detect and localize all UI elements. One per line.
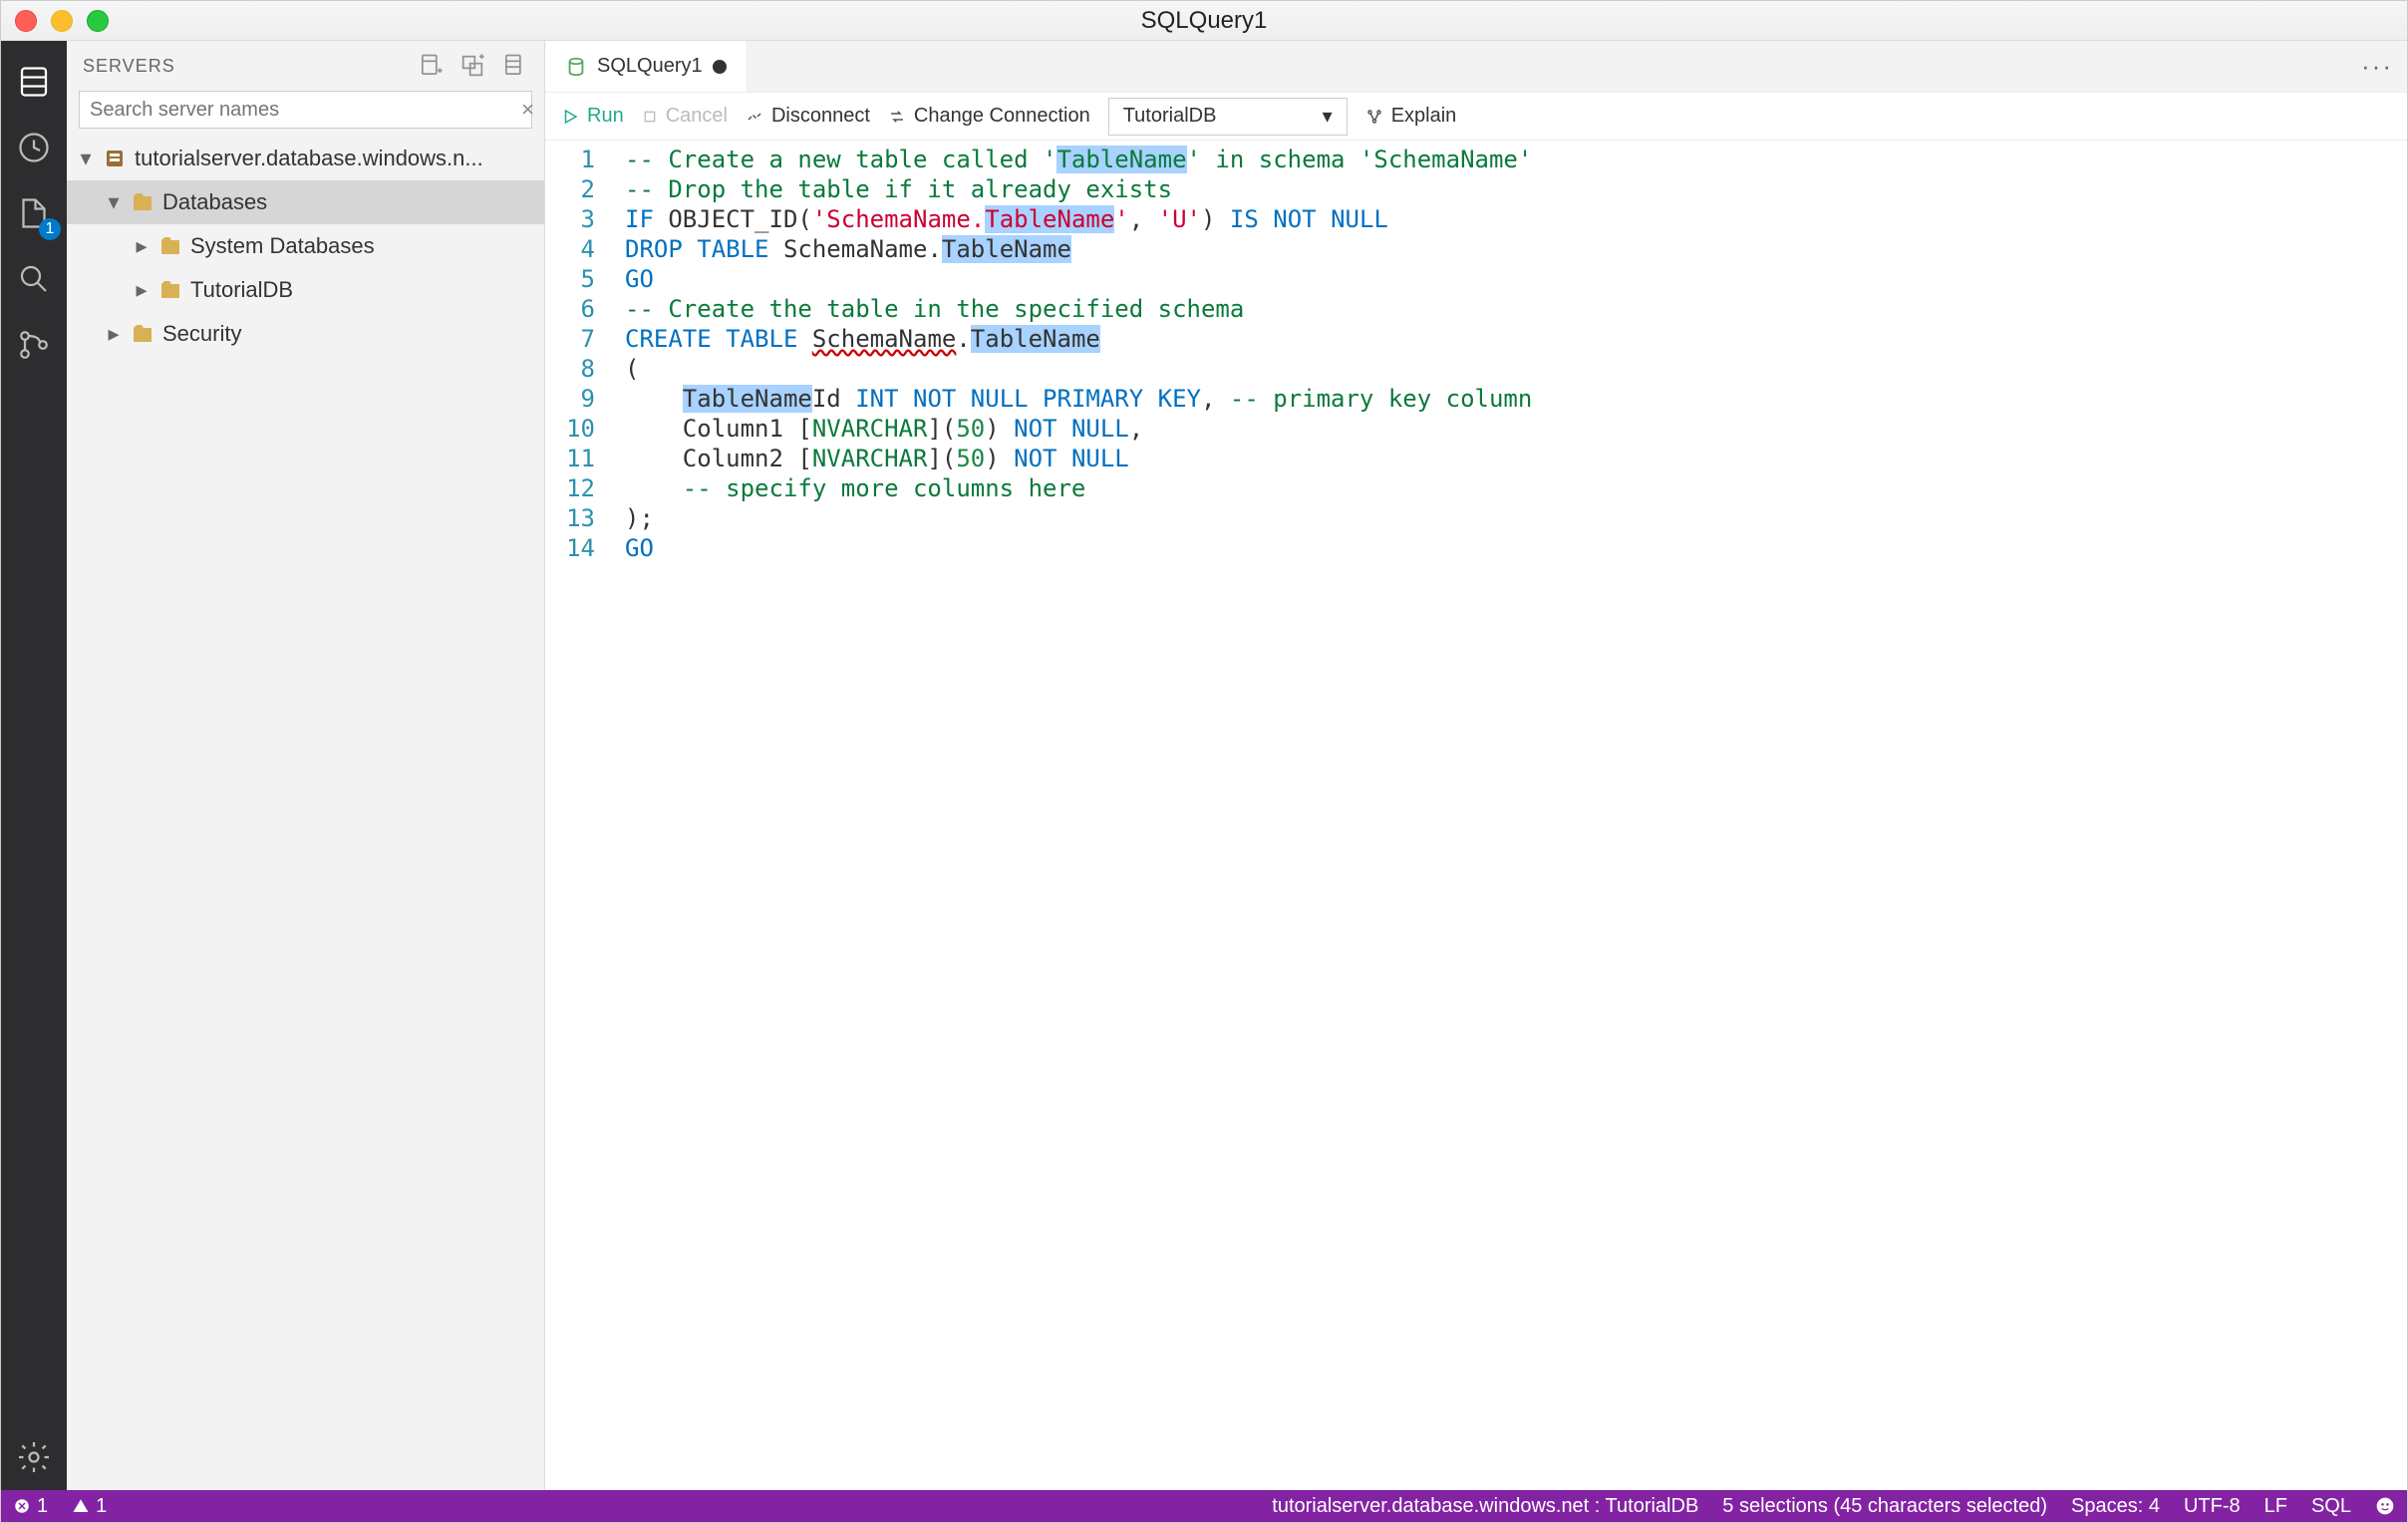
settings-icon[interactable] — [1, 1424, 67, 1490]
servers-view-icon[interactable] — [1, 49, 67, 115]
sidebar: Servers ▾ — [67, 41, 545, 1490]
folder-icon — [158, 234, 182, 258]
chevron-down-icon: ▾ — [1323, 104, 1333, 129]
status-selection[interactable]: 5 selections (45 characters selected) — [1722, 1495, 2047, 1518]
file-badge: 1 — [39, 218, 61, 240]
new-connection-icon[interactable] — [417, 52, 445, 80]
database-select[interactable]: TutorialDB ▾ — [1108, 98, 1348, 136]
sql-file-icon — [565, 56, 587, 78]
window-title: SQLQuery1 — [1, 7, 2407, 35]
more-actions-icon[interactable]: ··· — [2361, 51, 2393, 82]
tree-server[interactable]: ▾ tutorialserver.database.windows.n... — [67, 137, 544, 180]
search-view-icon[interactable] — [1, 246, 67, 312]
line-gutter: 1234567891011121314 — [545, 145, 625, 1490]
run-button[interactable]: Run — [561, 105, 624, 128]
tab-bar: SQLQuery1 ··· — [545, 41, 2407, 93]
search-input[interactable] — [79, 91, 532, 129]
status-eol[interactable]: LF — [2264, 1495, 2287, 1518]
new-group-icon[interactable] — [458, 52, 486, 80]
source-control-view-icon[interactable] — [1, 312, 67, 378]
history-view-icon[interactable] — [1, 115, 67, 180]
change-connection-button[interactable]: Change Connection — [888, 105, 1090, 128]
status-errors[interactable]: 1 — [13, 1495, 48, 1518]
close-window[interactable] — [15, 10, 37, 32]
tree-databases[interactable]: ▾ Databases — [67, 180, 544, 224]
server-icon — [103, 147, 127, 170]
tree-tutorialdb-label: TutorialDB — [190, 277, 293, 303]
folder-icon — [131, 322, 154, 346]
folder-icon — [158, 278, 182, 302]
status-spaces[interactable]: Spaces: 4 — [2071, 1495, 2160, 1518]
status-encoding[interactable]: UTF-8 — [2184, 1495, 2241, 1518]
minimize-window[interactable] — [51, 10, 73, 32]
status-feedback-icon[interactable] — [2375, 1496, 2395, 1516]
tree-server-label: tutorialserver.database.windows.n... — [135, 146, 483, 171]
code-editor[interactable]: 1234567891011121314 -- Create a new tabl… — [545, 141, 2407, 1490]
folder-icon — [131, 190, 154, 214]
status-connection[interactable]: tutorialserver.database.windows.net : Tu… — [1272, 1495, 1698, 1518]
tree-tutorialdb[interactable]: ▸ TutorialDB — [67, 268, 544, 312]
cancel-button[interactable]: Cancel — [642, 105, 728, 128]
tree-security[interactable]: ▸ Security — [67, 312, 544, 356]
sidebar-title: Servers — [83, 56, 175, 77]
maximize-window[interactable] — [87, 10, 109, 32]
tree-system-databases[interactable]: ▸ System Databases — [67, 224, 544, 268]
explain-button[interactable]: Explain — [1365, 105, 1457, 128]
status-bar: 1 1 tutorialserver.database.windows.net … — [1, 1490, 2407, 1522]
status-language[interactable]: SQL — [2311, 1495, 2351, 1518]
editor-toolbar: Run Cancel Disconnect Change Connection … — [545, 93, 2407, 141]
activity-bar: 1 — [1, 41, 67, 1490]
disconnect-button[interactable]: Disconnect — [746, 105, 870, 128]
titlebar: SQLQuery1 — [1, 1, 2407, 41]
status-warnings[interactable]: 1 — [72, 1495, 107, 1518]
editor: SQLQuery1 ··· Run Cancel Disc — [545, 41, 2407, 1490]
tree-security-label: Security — [162, 321, 241, 347]
server-activity-icon[interactable] — [500, 52, 528, 80]
explorer-view-icon[interactable]: 1 — [1, 180, 67, 246]
tab-label: SQLQuery1 — [597, 55, 703, 78]
tab-sqlquery1[interactable]: SQLQuery1 — [545, 41, 748, 92]
dirty-indicator-icon — [713, 60, 727, 74]
tree-sysdb-label: System Databases — [190, 233, 375, 259]
tree-databases-label: Databases — [162, 189, 267, 215]
code-content[interactable]: -- Create a new table called 'TableName'… — [625, 145, 1532, 1490]
